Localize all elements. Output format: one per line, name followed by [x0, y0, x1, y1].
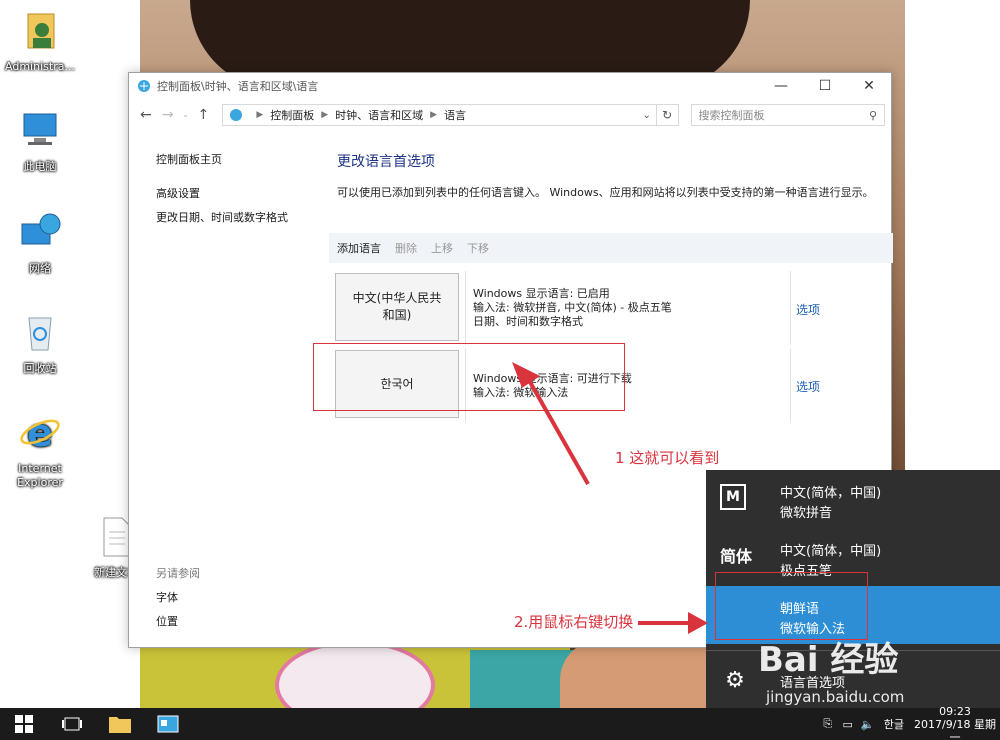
search-input[interactable]: 搜索控制面板 ⚲ — [690, 104, 885, 126]
desktop-icon-label: Administra... — [5, 60, 75, 73]
navigation-bar: ← → ⌄ ↑ ▶ 控制面板 ▶ 时钟、语言和区域 ▶ 语言 ⌄ ↻ 搜索控制面… — [129, 99, 891, 131]
network-icon[interactable]: ▭ — [838, 718, 858, 731]
ime-method: 微软拼音 — [780, 506, 833, 521]
task-view-button[interactable] — [48, 708, 96, 740]
clock[interactable]: 09:23 2017/9/18 星期一 — [910, 705, 1000, 740]
folder-icon — [109, 717, 131, 733]
wallpaper-white-right — [905, 0, 1000, 470]
window-title: 控制面板\时钟、语言和区域\语言 — [157, 80, 319, 93]
language-info-line: 输入法: 微软拼音, 中文(简体) - 极点五笔 — [473, 301, 672, 314]
search-icon[interactable]: ⚲ — [862, 109, 884, 122]
breadcrumb-item[interactable]: 语言 — [444, 107, 466, 123]
see-also-heading: 另请参阅 — [156, 567, 200, 580]
file-explorer-button[interactable] — [96, 708, 144, 740]
breadcrumb-separator-icon: ▶ — [430, 110, 438, 120]
sidebar-link-date-format[interactable]: 更改日期、时间或数字格式 — [156, 209, 288, 225]
page-description: 可以使用已添加到列表中的任何语言键入。 Windows、应用和网站将以列表中受支… — [337, 186, 874, 199]
usb-icon[interactable]: ⎘ — [818, 717, 838, 731]
control-panel-icon — [157, 715, 179, 733]
language-toolbar: 添加语言 删除 上移 下移 — [329, 233, 893, 263]
control-panel-icon — [230, 109, 243, 121]
sidebar-link-fonts[interactable]: 字体 — [156, 589, 178, 605]
move-up-button[interactable]: 上移 — [431, 240, 453, 256]
ime-language: 中文(简体，中国) — [780, 486, 882, 501]
language-name-line: 中文(中华人民共 — [352, 291, 442, 305]
maximize-button[interactable]: ☐ — [803, 73, 847, 99]
desktop-icon-admin[interactable]: Administra... — [0, 8, 80, 74]
volume-icon[interactable]: 🔈 — [858, 718, 878, 731]
desktop-icon-recycle-bin[interactable]: 回收站 — [0, 310, 80, 376]
forward-arrow-icon[interactable]: → — [157, 104, 179, 126]
options-link[interactable]: 选项 — [796, 301, 820, 318]
annotation-step-1: 1 这就可以看到 — [615, 449, 720, 467]
baidu-site: jingyan.baidu.com — [766, 688, 905, 706]
language-info-line: Windows 显示语言: 已启用 — [473, 287, 610, 300]
network-icon — [21, 213, 61, 245]
taskbar: ⎘ ▭ 🔈 한글 09:23 2017/9/18 星期一 — [0, 705, 1000, 740]
gear-icon: ⚙ — [725, 667, 745, 693]
desktop-icon-ie[interactable]: e Internet Explorer — [0, 410, 80, 490]
breadcrumb-separator-icon: ▶ — [321, 110, 329, 120]
task-view-icon — [62, 717, 82, 731]
address-bar[interactable]: ▶ 控制面板 ▶ 时钟、语言和区域 ▶ 语言 ⌄ — [222, 104, 657, 126]
recent-locations-chevron-icon[interactable]: ⌄ — [179, 104, 193, 126]
sidebar-link-home[interactable]: 控制面板主页 — [156, 151, 222, 167]
control-panel-taskbar-button[interactable] — [144, 708, 192, 740]
sidebar-link-advanced[interactable]: 高级设置 — [156, 185, 200, 201]
desktop-icon-network[interactable]: 网络 — [0, 210, 80, 276]
control-panel-icon — [138, 80, 150, 92]
simplified-icon: 简体 — [719, 547, 752, 566]
language-info: Windows 显示语言: 已启用 输入法: 微软拼音, 中文(简体) - 极点… — [473, 287, 672, 329]
remove-button[interactable]: 删除 — [395, 240, 417, 256]
page-title: 更改语言首选项 — [337, 154, 435, 170]
desktop-icon-this-pc[interactable]: 此电脑 — [0, 108, 80, 174]
language-info-line: 日期、时间和数字格式 — [473, 315, 583, 328]
breadcrumb-item[interactable]: 控制面板 — [270, 107, 314, 123]
internet-explorer-icon: e — [20, 411, 60, 455]
annotation-ime-highlight-box — [715, 572, 868, 640]
baidu-logo: Bai 经验 — [758, 640, 899, 680]
user-folder-icon — [27, 13, 55, 49]
desktop-icon-label: 此电脑 — [23, 160, 57, 173]
address-dropdown-icon[interactable]: ⌄ — [638, 110, 656, 121]
clock-time: 09:23 — [939, 704, 971, 718]
language-name-line: 和国) — [382, 308, 412, 322]
ime-language: 中文(简体，中国) — [780, 544, 882, 559]
sidebar-link-location[interactable]: 位置 — [156, 613, 178, 629]
refresh-button[interactable]: ↻ — [656, 104, 679, 126]
minimize-button[interactable]: — — [759, 73, 803, 99]
close-button[interactable]: ✕ — [847, 73, 891, 99]
ime-indicator[interactable]: 한글 — [884, 716, 904, 732]
options-link[interactable]: 选项 — [796, 378, 820, 395]
ime-item-microsoft-pinyin[interactable]: M 中文(简体，中国) 微软拼音 — [706, 470, 1000, 528]
recycle-bin-icon — [28, 317, 52, 351]
svg-text:e: e — [27, 411, 53, 454]
language-name-box[interactable]: 中文(中华人民共 和国) — [335, 273, 459, 341]
desktop-icon-label: 网络 — [29, 262, 51, 275]
up-arrow-icon[interactable]: ↑ — [193, 104, 215, 126]
back-arrow-icon[interactable]: ← — [135, 104, 157, 126]
move-down-button[interactable]: 下移 — [467, 240, 489, 256]
start-button[interactable] — [0, 708, 48, 740]
desktop-icon-label: Internet Explorer — [17, 462, 63, 489]
breadcrumb-separator-icon: ▶ — [256, 110, 264, 120]
title-bar[interactable]: 控制面板\时钟、语言和区域\语言 — ☐ ✕ — [129, 73, 891, 99]
annotation-step-2: 2.用鼠标右键切换 — [514, 613, 634, 631]
annotation-highlight-box — [313, 343, 625, 411]
add-language-button[interactable]: 添加语言 — [337, 240, 381, 256]
system-tray: ⎘ ▭ 🔈 한글 09:23 2017/9/18 星期一 — [818, 705, 1000, 740]
clock-date: 2017/9/18 星期一 — [914, 717, 996, 740]
computer-icon — [23, 113, 57, 145]
windows-logo-icon — [15, 715, 33, 733]
pinyin-m-icon: M — [720, 484, 746, 510]
search-placeholder: 搜索控制面板 — [698, 109, 765, 122]
breadcrumb-item[interactable]: 时钟、语言和区域 — [335, 107, 423, 123]
desktop-icon-label: 回收站 — [23, 362, 57, 375]
sidebar: 控制面板主页 高级设置 更改日期、时间或数字格式 另请参阅 字体 位置 — [129, 133, 329, 647]
